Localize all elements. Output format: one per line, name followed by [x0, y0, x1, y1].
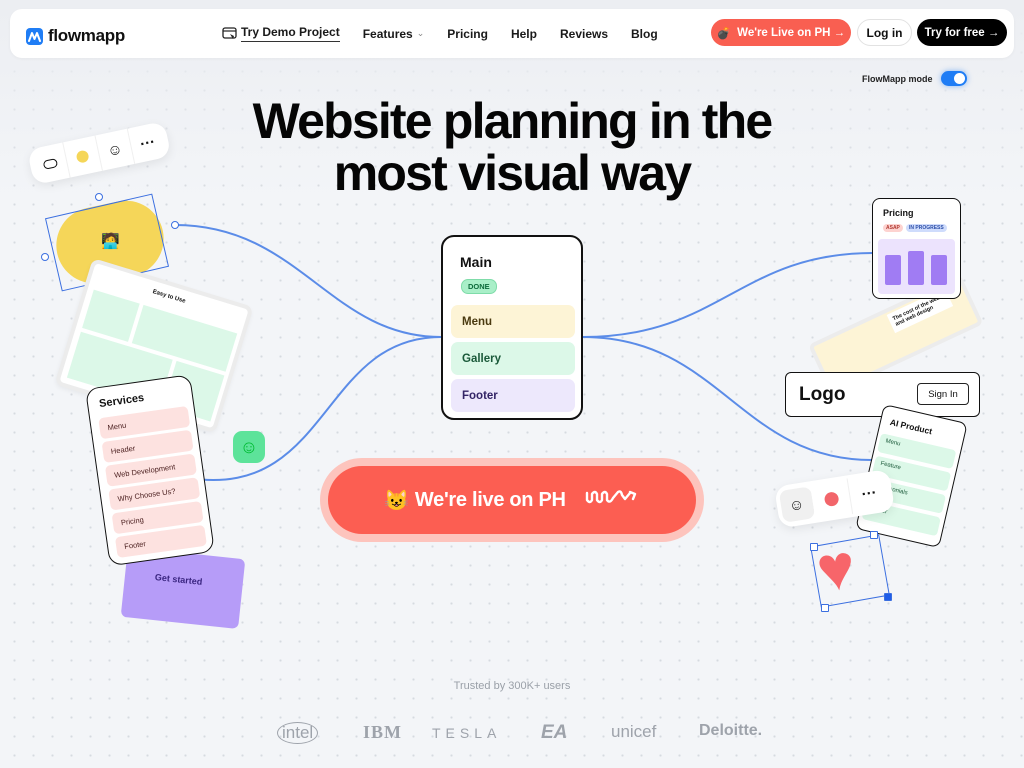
brand-unicef: unicef	[611, 722, 657, 741]
main-card-title: Main	[460, 254, 492, 270]
connector-handle[interactable]	[171, 221, 179, 229]
brand-ibm: IBM	[363, 722, 402, 742]
squiggle-arrow-icon	[584, 487, 640, 513]
pricing-illustration	[878, 239, 955, 294]
color-dot-icon[interactable]	[810, 478, 854, 520]
brand-deloitte: Deloitte.	[699, 722, 763, 739]
more-icon[interactable]: ···	[128, 122, 168, 164]
character-icon: 🧑‍💻	[101, 233, 120, 250]
resize-handle[interactable]	[870, 531, 878, 539]
cat-emoji-icon: 😺	[384, 489, 409, 512]
brand-logos: intel IBM TESLA EA unicef Deloitte.	[0, 722, 1024, 752]
trusted-by-label: Trusted by 300K+ users	[453, 680, 571, 692]
smiley-icon[interactable]: ☺	[233, 431, 265, 463]
connector-main-to-pricing	[582, 252, 874, 338]
smiley-icon[interactable]: ☺	[778, 486, 816, 523]
cta-label: We're live on PH	[414, 488, 566, 511]
ai-product-title: AI Product	[889, 416, 934, 437]
status-badge-done: DONE	[461, 279, 497, 294]
main-page-card[interactable]: Main DONE Menu Gallery Footer	[441, 235, 583, 420]
get-started-label: Get started	[154, 572, 203, 587]
badge-asap: ASAP	[883, 224, 903, 232]
resize-handle[interactable]	[41, 253, 49, 261]
resize-handle-active[interactable]	[884, 593, 892, 601]
live-on-ph-cta[interactable]: 😺 We're live on PH	[320, 458, 704, 542]
brand-tesla: TESLA	[432, 725, 502, 741]
resize-handle[interactable]	[810, 543, 818, 551]
resize-handle[interactable]	[95, 193, 103, 201]
brand-ea: EA	[541, 722, 568, 743]
logo-card-title: Logo	[799, 384, 846, 405]
services-title: Services	[98, 391, 145, 411]
main-row-footer[interactable]: Footer	[451, 379, 575, 412]
sign-in-button[interactable]: Sign In	[917, 383, 969, 405]
main-row-gallery[interactable]: Gallery	[451, 342, 575, 375]
pricing-card[interactable]: Pricing ASAP IN PROGRESS	[872, 198, 961, 299]
badge-in-progress: IN PROGRESS	[906, 224, 947, 232]
resize-handle[interactable]	[821, 604, 829, 612]
pricing-title: Pricing	[883, 208, 914, 218]
brand-intel: intel	[277, 722, 319, 744]
main-row-menu[interactable]: Menu	[451, 305, 575, 338]
more-icon[interactable]: ···	[848, 472, 891, 514]
